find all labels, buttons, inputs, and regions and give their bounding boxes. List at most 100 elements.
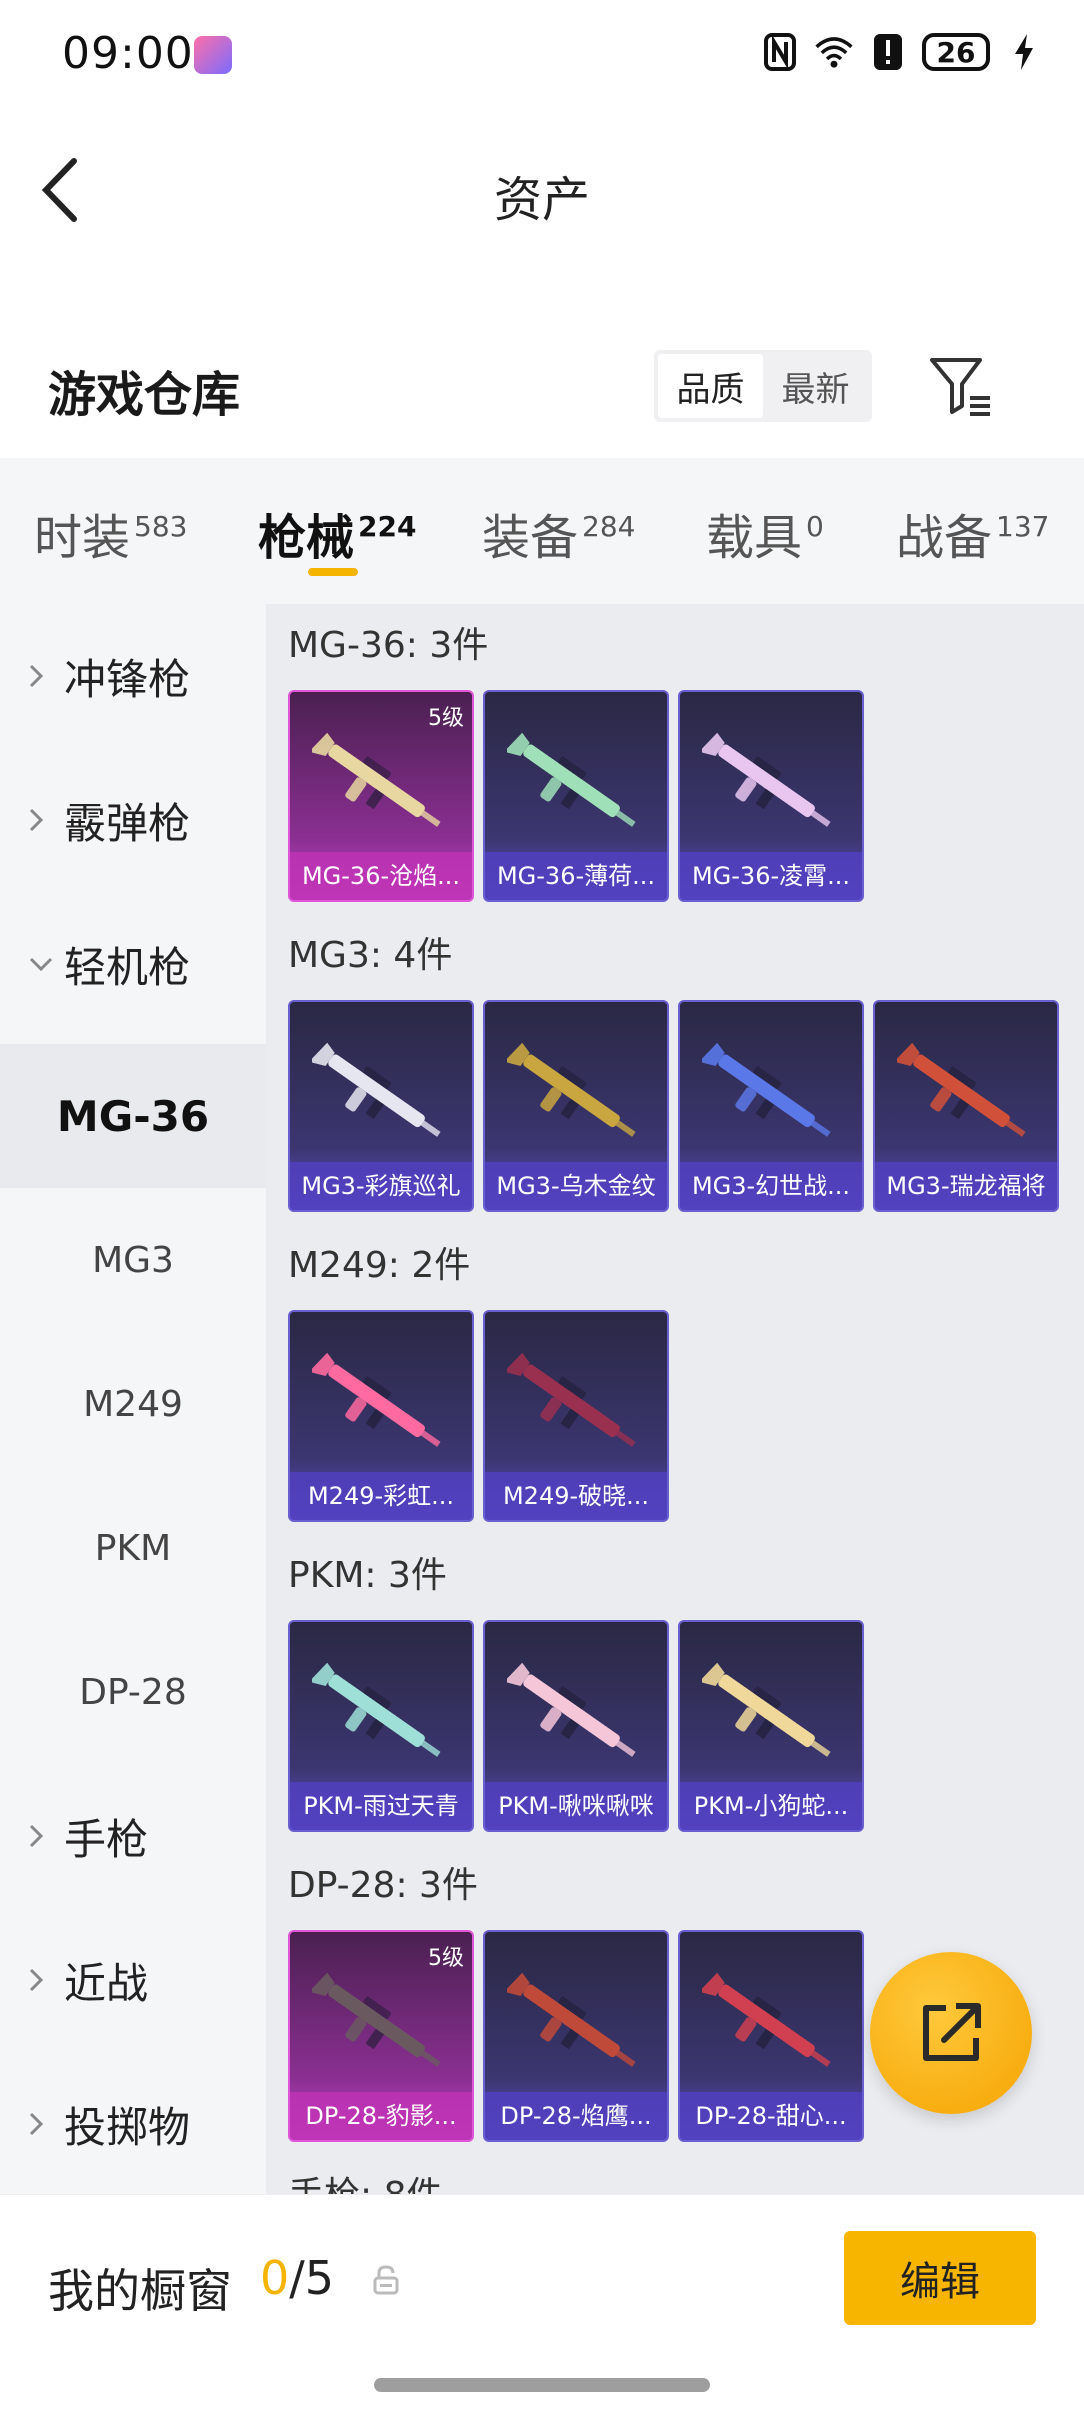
weapon-item-name: MG-36-凌霄...	[680, 852, 862, 900]
sidebar-item-label: 冲锋枪	[64, 654, 191, 704]
battery-icon: 26	[922, 33, 990, 71]
weapon-skin-image	[702, 1972, 831, 2067]
weapon-item-name: PKM-啾咪啾咪	[485, 1782, 667, 1830]
chevron-right-icon	[28, 807, 58, 833]
category-tabs: 时装 583 枪械 224 装备 284 载具 0 战备 137	[0, 458, 1084, 604]
tab-count: 0	[806, 510, 824, 543]
share-button[interactable]	[870, 1952, 1032, 2114]
sidebar-item-lmg[interactable]: 轻机枪	[0, 892, 266, 1036]
weapon-item-card[interactable]: DP-28-甜心...	[678, 1930, 864, 2142]
chevron-right-icon	[28, 1967, 58, 1993]
group-title: 手枪: 8件	[288, 2166, 442, 2194]
sidebar-item-mg3[interactable]: MG3	[0, 1188, 266, 1332]
weapon-item-card[interactable]: MG3-乌木金纹	[483, 1000, 669, 1212]
group-title: MG-36: 3件	[288, 625, 489, 666]
tab-label: 枪械	[258, 510, 355, 566]
group-title: PKM: 3件	[288, 1555, 447, 1596]
sort-option-newest[interactable]: 最新	[763, 354, 868, 418]
active-tab-indicator	[308, 568, 358, 576]
weapon-item-name: MG-36-沧焰...	[290, 852, 472, 900]
tab-equipment[interactable]: 装备 284	[482, 498, 635, 568]
status-bar: 09:00 26	[0, 0, 1084, 110]
tab-fashion[interactable]: 时装 583	[34, 498, 187, 568]
app-notification-icon	[194, 36, 232, 74]
sidebar-item-label: 霰弹枪	[64, 798, 191, 848]
group-title: MG3: 4件	[288, 935, 453, 976]
weapon-item-card[interactable]: MG3-瑞龙福将	[873, 1000, 1059, 1212]
tab-count: 284	[582, 510, 636, 543]
weapon-item-name: DP-28-甜心...	[680, 2092, 862, 2140]
nfc-icon	[760, 30, 800, 74]
weapon-item-name: MG3-彩旗巡礼	[290, 1162, 472, 1210]
sidebar-item-shotgun[interactable]: 霰弹枪	[0, 748, 266, 892]
sidebar-item-smg[interactable]: 冲锋枪	[0, 604, 266, 748]
chevron-right-icon	[28, 2111, 58, 2137]
weapon-item-card[interactable]: 5级 DP-28-豹影...	[288, 1930, 474, 2142]
sidebar-item-label: 近战	[64, 1958, 149, 2008]
weapon-skin-image	[702, 1042, 831, 1137]
weapon-item-name: DP-28-豹影...	[290, 2092, 472, 2140]
tab-supplies[interactable]: 战备 137	[896, 498, 1049, 568]
weapon-skin-image	[702, 1662, 831, 1757]
weapon-item-card[interactable]: PKM-雨过天青	[288, 1620, 474, 1832]
weapon-skin-image	[312, 732, 441, 827]
edit-button[interactable]: 编辑	[844, 2231, 1036, 2325]
tab-weapons[interactable]: 枪械 224	[258, 498, 416, 568]
tab-label: 载具	[706, 510, 803, 566]
weapon-skin-image	[897, 1042, 1026, 1137]
sidebar-item-pistol[interactable]: 手枪	[0, 1764, 266, 1908]
wifi-icon	[814, 30, 854, 74]
weapon-item-card[interactable]: MG-36-薄荷...	[483, 690, 669, 902]
weapon-category-sidebar: 冲锋枪 霰弹枪 轻机枪 MG-36 MG3 M249 PKM DP-28 手枪 …	[0, 604, 266, 2194]
weapon-item-card[interactable]: MG3-幻世战...	[678, 1000, 864, 1212]
weapon-item-name: M249-彩虹...	[290, 1472, 472, 1520]
sort-option-quality[interactable]: 品质	[658, 354, 763, 418]
tab-vehicles[interactable]: 载具 0	[706, 498, 824, 568]
status-time: 09:00	[62, 28, 194, 79]
weapon-item-card[interactable]: DP-28-焰鹰...	[483, 1930, 669, 2142]
weapon-item-card[interactable]: MG3-彩旗巡礼	[288, 1000, 474, 1212]
weapon-item-card[interactable]: MG-36-凌霄...	[678, 690, 864, 902]
sidebar-item-m249[interactable]: M249	[0, 1332, 266, 1476]
sidebar-item-label: 投掷物	[64, 2102, 191, 2152]
weapon-skin-image	[312, 1352, 441, 1447]
sort-toggle: 品质 最新	[654, 350, 872, 422]
charging-icon	[1004, 30, 1044, 74]
lock-icon	[372, 2265, 400, 2295]
group-title: M249: 2件	[288, 1245, 471, 1286]
showcase-current: 0	[260, 2251, 290, 2305]
weapon-item-card[interactable]: M249-破晓...	[483, 1310, 669, 1522]
home-indicator[interactable]	[374, 2378, 710, 2392]
sidebar-item-mg36[interactable]: MG-36	[0, 1044, 266, 1188]
showcase-count: 0/5	[260, 2251, 334, 2305]
weapon-item-card[interactable]: PKM-啾咪啾咪	[483, 1620, 669, 1832]
page-title: 资产	[493, 172, 590, 228]
sidebar-item-pkm[interactable]: PKM	[0, 1476, 266, 1620]
weapon-item-card[interactable]: M249-彩虹...	[288, 1310, 474, 1522]
tab-label: 时装	[34, 510, 131, 566]
sidebar-item-throwable[interactable]: 投掷物	[0, 2052, 266, 2196]
showcase-total: /5	[289, 2251, 335, 2305]
sidebar-item-melee[interactable]: 近战	[0, 1908, 266, 2052]
tab-count: 137	[996, 510, 1050, 543]
alert-icon	[868, 30, 908, 74]
weapon-skin-image	[312, 1042, 441, 1137]
weapon-skin-image	[702, 732, 831, 827]
weapon-skin-image	[312, 1972, 441, 2067]
sidebar-item-label: 轻机枪	[64, 942, 191, 992]
weapon-item-card[interactable]: PKM-小狗蛇...	[678, 1620, 864, 1832]
weapon-item-name: DP-28-焰鹰...	[485, 2092, 667, 2140]
status-icons: 26	[760, 30, 1044, 74]
weapon-skin-image	[507, 1352, 636, 1447]
tab-label: 战备	[896, 510, 993, 566]
chevron-right-icon	[28, 1823, 58, 1849]
weapon-skin-image	[507, 1662, 636, 1757]
weapon-item-card[interactable]: 5级 MG-36-沧焰...	[288, 690, 474, 902]
filter-button[interactable]	[926, 352, 996, 422]
sidebar-item-dp28[interactable]: DP-28	[0, 1620, 266, 1764]
weapon-skin-image	[507, 1042, 636, 1137]
weapon-item-name: MG3-幻世战...	[680, 1162, 862, 1210]
tab-count: 583	[134, 510, 188, 543]
tab-label: 装备	[482, 510, 579, 566]
weapon-item-name: M249-破晓...	[485, 1472, 667, 1520]
